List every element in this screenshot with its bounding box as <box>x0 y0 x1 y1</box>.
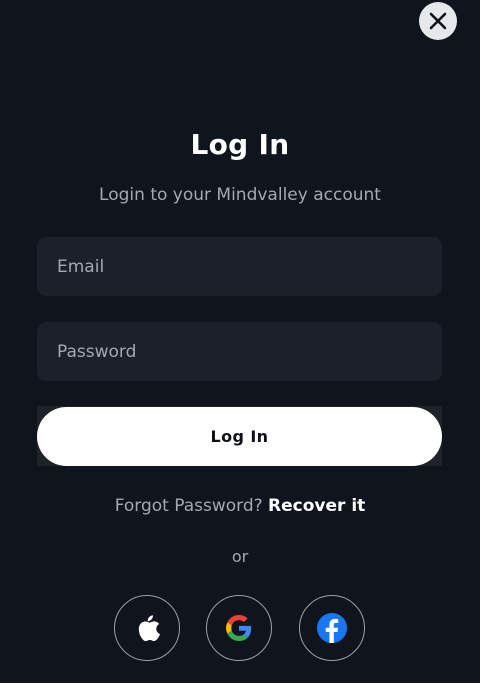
divider-or: or <box>231 547 249 566</box>
facebook-icon <box>317 613 347 643</box>
page-subtitle: Login to your Mindvalley account <box>99 185 381 205</box>
login-button[interactable]: Log In <box>37 407 442 466</box>
apple-login-button[interactable] <box>114 595 180 661</box>
page-title: Log In <box>190 128 290 161</box>
close-button[interactable] <box>419 2 457 40</box>
google-icon <box>226 615 252 641</box>
password-field[interactable] <box>37 322 442 381</box>
forgot-password-row: Forgot Password? Recover it <box>0 496 480 516</box>
apple-icon <box>138 615 160 642</box>
forgot-password-prompt: Forgot Password? <box>114 496 263 516</box>
google-login-button[interactable] <box>206 595 272 661</box>
recover-link[interactable]: Recover it <box>268 496 365 516</box>
facebook-login-button[interactable] <box>299 595 365 661</box>
close-icon <box>429 12 447 30</box>
email-field[interactable] <box>37 237 442 296</box>
